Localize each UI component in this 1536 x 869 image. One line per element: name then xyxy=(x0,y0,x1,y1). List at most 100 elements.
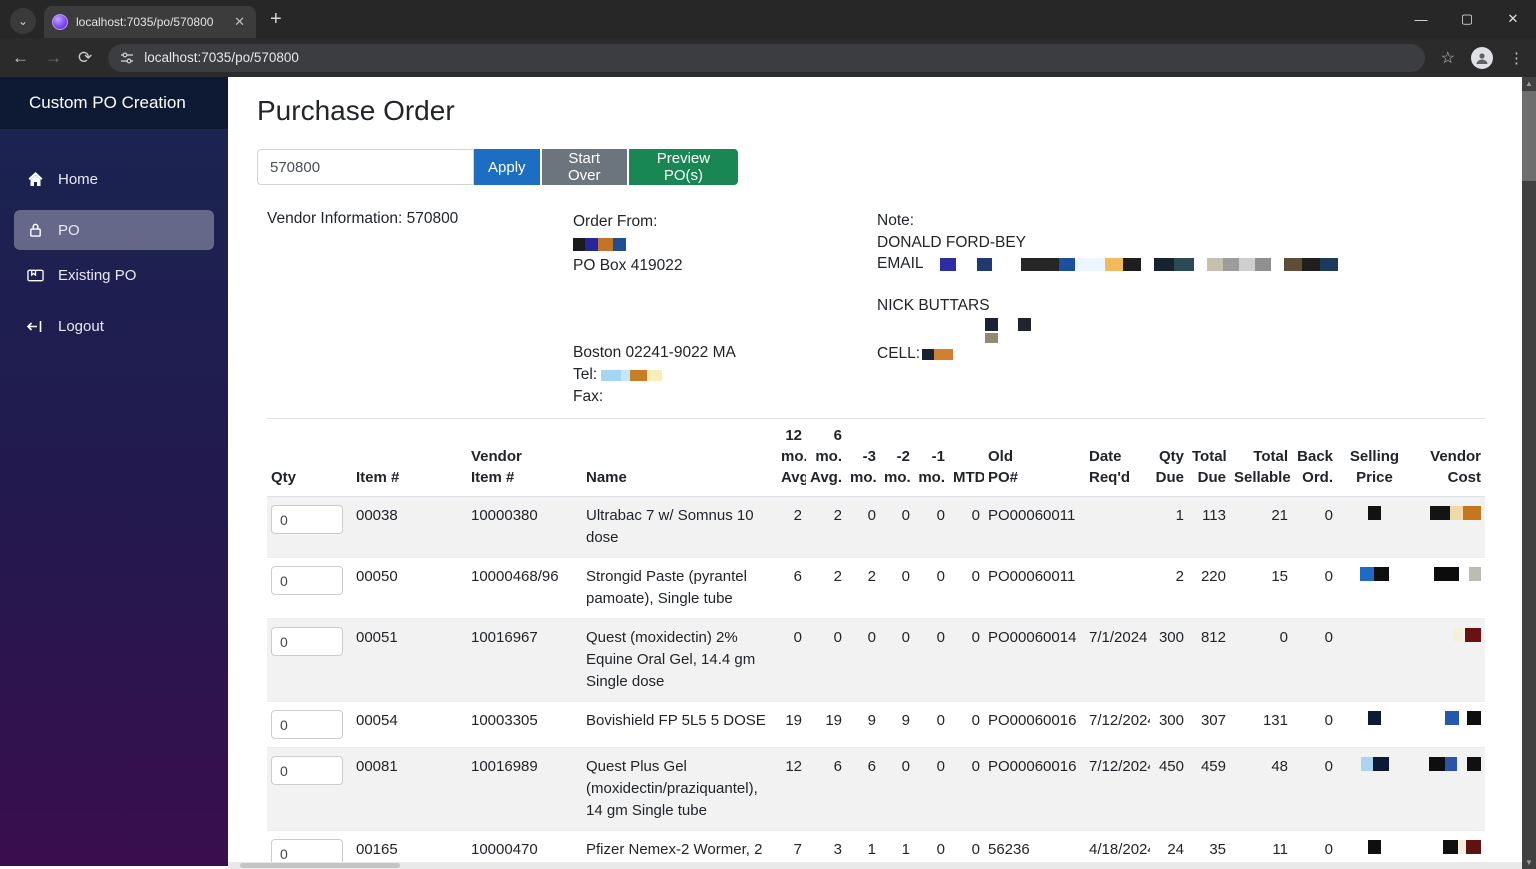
maximize-button[interactable]: ▢ xyxy=(1444,0,1490,38)
redacted-block xyxy=(1430,506,1450,520)
minimize-button[interactable]: — xyxy=(1398,0,1444,38)
redacted-block xyxy=(985,333,998,343)
page-title: Purchase Order xyxy=(257,95,455,126)
tab-strip: ⌄ localhost:7035/po/570800 ✕ + — ▢ ✕ xyxy=(0,0,1536,38)
home-icon xyxy=(26,171,44,187)
total_due-cell: 35 xyxy=(1209,841,1226,858)
horizontal-scrollbar[interactable] xyxy=(228,862,1522,869)
profile-avatar[interactable] xyxy=(1471,46,1493,69)
redacted-block xyxy=(976,257,992,271)
qty-input[interactable] xyxy=(271,627,343,656)
redacted-block xyxy=(985,318,998,331)
vendor_item-cell: 10016967 xyxy=(471,629,538,646)
qty-cell xyxy=(267,497,352,558)
cost-redacted-cell xyxy=(1412,831,1485,863)
qty-input[interactable] xyxy=(271,505,343,534)
item-cell: 00038 xyxy=(356,507,398,524)
tab-close-icon[interactable]: ✕ xyxy=(231,14,248,30)
scroll-up-icon[interactable]: ▲ xyxy=(1522,77,1536,90)
po-table: Qty Item # Vendor Item # Name 12 mo. Avg6 mo… xyxy=(267,418,1485,862)
redacted-block xyxy=(1443,840,1458,854)
total_due-cell: 459 xyxy=(1200,758,1226,775)
redacted-block xyxy=(939,257,956,271)
sidebar-item-po[interactable]: PO xyxy=(14,210,214,250)
redacted-block xyxy=(1469,567,1481,581)
m6-cell: 0 xyxy=(833,629,842,646)
sidebar-item-logout[interactable]: Logout xyxy=(14,306,214,346)
column-header-total_due: Total Due xyxy=(1192,448,1227,486)
browser-tab[interactable]: localhost:7035/po/570800 ✕ xyxy=(44,6,256,38)
redacted-block xyxy=(1319,257,1338,271)
qty_due-cell: 2 xyxy=(1175,568,1184,585)
cost-redacted-cell xyxy=(1412,558,1485,619)
sidebar-nav: Home PO Existing PO Logout xyxy=(0,130,228,346)
column-header-m1: -1 mo. xyxy=(918,448,945,486)
apply-button[interactable]: Apply xyxy=(474,149,540,185)
close-window-button[interactable]: ✕ xyxy=(1490,0,1536,38)
qty-input[interactable] xyxy=(271,710,343,739)
tel-label: Tel: xyxy=(573,366,598,383)
vendor_item-cell: 10000468/96 xyxy=(471,568,559,585)
new-tab-button[interactable]: + xyxy=(270,8,282,31)
sellable-cell: 21 xyxy=(1271,507,1288,524)
table-row: 00081 10016989 Quest Plus Gel (moxidectin/… xyxy=(267,747,1485,831)
m2-cell: 0 xyxy=(901,568,910,585)
m12-cell: 12 xyxy=(785,758,802,775)
vertical-scroll-thumb[interactable] xyxy=(1522,91,1536,181)
sellable-cell: 0 xyxy=(1279,629,1288,646)
cost-redacted-cell xyxy=(1412,497,1485,558)
preview-pos-button[interactable]: Preview PO(s) xyxy=(628,149,738,185)
redacted-block xyxy=(1238,257,1255,271)
m1-cell: 0 xyxy=(936,568,945,585)
po-number-input[interactable] xyxy=(257,149,474,185)
vertical-scrollbar[interactable]: ▲ ▼ xyxy=(1522,77,1536,869)
start-over-button[interactable]: Start Over xyxy=(541,149,627,185)
sidebar-item-home[interactable]: Home xyxy=(14,159,214,199)
mtd-cell: 0 xyxy=(971,629,980,646)
horizontal-scroll-thumb[interactable] xyxy=(240,863,400,868)
m2-cell: 9 xyxy=(901,712,910,729)
sellable-cell: 131 xyxy=(1262,712,1288,729)
column-header-name: Name xyxy=(586,469,627,486)
url-bar[interactable]: localhost:7035/po/570800 xyxy=(108,43,1425,72)
redacted-block xyxy=(1465,628,1481,642)
tab-search-button[interactable]: ⌄ xyxy=(10,8,36,34)
qty-input[interactable] xyxy=(271,566,343,595)
forward-icon[interactable]: → xyxy=(45,49,62,66)
redacted-block xyxy=(1445,757,1457,771)
m6-cell: 19 xyxy=(825,712,842,729)
old_po-cell: PO00060016 xyxy=(988,758,1077,775)
m3-cell: 6 xyxy=(867,758,876,775)
m1-cell: 0 xyxy=(936,629,945,646)
m3-cell: 0 xyxy=(867,507,876,524)
sidebar-item-existing-po[interactable]: Existing PO xyxy=(14,255,214,295)
browser-window: ⌄ localhost:7035/po/570800 ✕ + — ▢ ✕ ← →… xyxy=(0,0,1536,869)
order-from-block: Order From: PO Box 419022 Boston 02241-9… xyxy=(573,210,736,409)
redacted-block xyxy=(1368,506,1381,520)
selling-redacted-cell xyxy=(1337,831,1412,863)
redacted-block xyxy=(1429,757,1445,771)
bookmark-star-icon[interactable]: ☆ xyxy=(1441,48,1455,68)
column-header-qty: Qty xyxy=(271,469,297,486)
po-box-line: PO Box 419022 xyxy=(573,257,683,274)
redacted-block xyxy=(1360,757,1373,771)
m6-cell: 2 xyxy=(833,507,842,524)
column-header-item: Item # xyxy=(356,469,400,486)
refresh-icon[interactable]: ⟳ xyxy=(78,49,92,66)
m2-cell: 0 xyxy=(901,629,910,646)
redacted-block xyxy=(1360,567,1374,581)
menu-kebab-icon[interactable]: ⋮ xyxy=(1509,49,1524,67)
scroll-down-icon[interactable]: ▼ xyxy=(1522,856,1536,869)
qty-input[interactable] xyxy=(271,756,343,785)
site-settings-icon[interactable] xyxy=(120,51,134,65)
redacted-block xyxy=(1467,757,1481,771)
app-root: Custom PO Creation Home PO Existing PO Logo… xyxy=(0,77,1536,869)
date-cell: 7/12/2024 xyxy=(1089,712,1150,729)
column-header-vendor_item: Vendor Item # xyxy=(471,448,522,486)
date-cell: 7/1/2024 xyxy=(1089,629,1148,646)
back-icon[interactable]: ← xyxy=(12,49,29,66)
m12-cell: 6 xyxy=(793,568,802,585)
qty-input[interactable] xyxy=(271,839,343,862)
tel-line: Tel: xyxy=(573,365,736,385)
vendor_item-cell: 10016989 xyxy=(471,758,538,775)
